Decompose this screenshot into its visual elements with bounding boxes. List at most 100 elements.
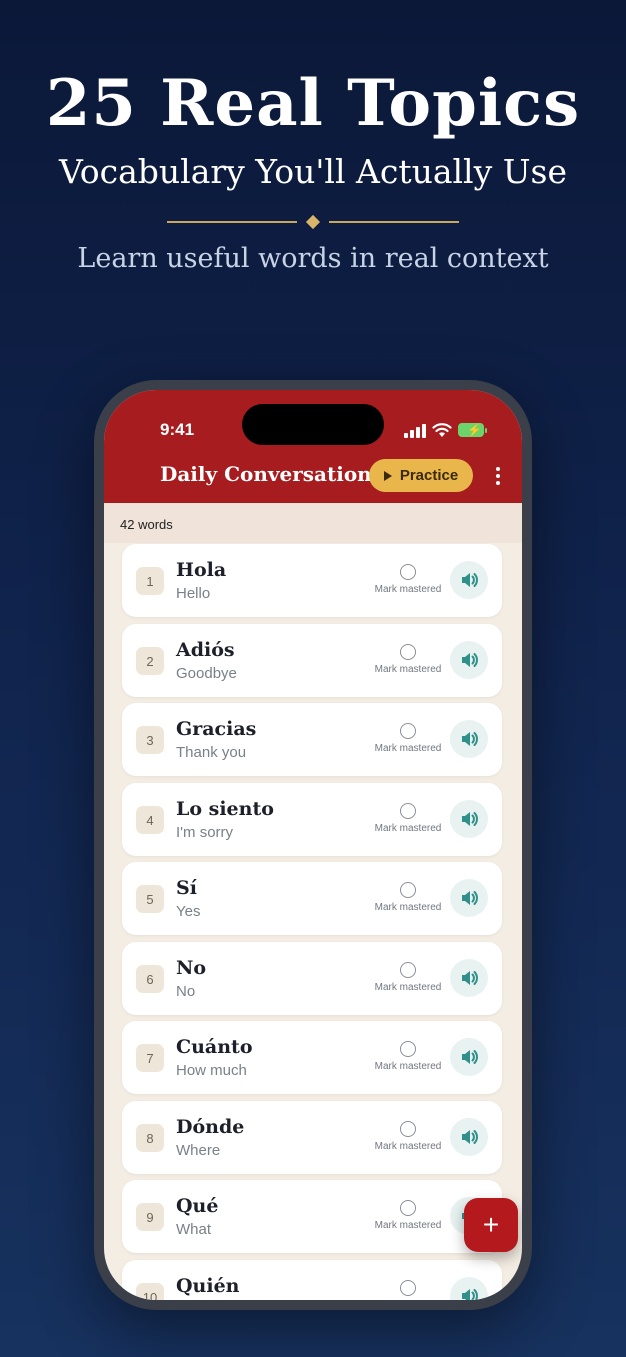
mark-mastered-toggle[interactable]: Mark mastered [368, 1041, 448, 1072]
dynamic-island [242, 404, 384, 445]
item-number: 8 [136, 1124, 164, 1152]
list-item[interactable]: 1 Hola Hello Mark mastered [122, 544, 502, 617]
radio-icon[interactable] [400, 882, 416, 898]
item-word: Hola [176, 559, 227, 581]
mark-mastered-toggle[interactable]: Mark mastered [368, 962, 448, 993]
mark-mastered-toggle[interactable]: Mark mastered [368, 803, 448, 834]
list-item[interactable]: 9 Qué What Mark mastered [122, 1180, 502, 1253]
item-translation: Yes [176, 903, 201, 920]
mark-mastered-label: Mark mastered [374, 664, 442, 675]
radio-icon[interactable] [400, 803, 416, 819]
speaker-icon [462, 891, 478, 905]
mark-mastered-label: Mark mastered [374, 584, 442, 595]
radio-icon[interactable] [400, 723, 416, 739]
phone-screen: 9:41 ⚡ Daily Conversation Practice 42 wo… [104, 390, 522, 1300]
item-word: Sí [176, 877, 197, 899]
speaker-icon [462, 732, 478, 746]
more-menu-icon[interactable] [492, 467, 504, 485]
item-word: Cuánto [176, 1036, 253, 1058]
mark-mastered-toggle[interactable]: Mark mastered [368, 1121, 448, 1152]
mark-mastered-label: Mark mastered [374, 1141, 442, 1152]
promo-title: 25 Real Topics [45, 66, 581, 141]
mark-mastered-toggle[interactable]: Mark mastered [368, 723, 448, 754]
list-item[interactable]: 5 Sí Yes Mark mastered [122, 862, 502, 935]
mark-mastered-label: Mark mastered [374, 1061, 442, 1072]
item-number: 10 [136, 1283, 164, 1300]
mark-mastered-label: Mark mastered [374, 1220, 442, 1231]
radio-icon[interactable] [400, 564, 416, 580]
mark-mastered-label: Mark mastered [374, 823, 442, 834]
speaker-button[interactable] [450, 561, 488, 599]
item-word: Gracias [176, 718, 257, 740]
radio-icon[interactable] [400, 644, 416, 660]
item-number: 7 [136, 1044, 164, 1072]
page-title: Daily Conversation [160, 462, 372, 486]
item-number: 2 [136, 647, 164, 675]
item-translation: Where [176, 1142, 221, 1159]
radio-icon[interactable] [400, 1121, 416, 1137]
speaker-icon [462, 653, 478, 667]
add-word-button[interactable]: + [464, 1198, 518, 1252]
mark-mastered-toggle[interactable]: Mark mastered [368, 644, 448, 675]
practice-label: Practice [399, 467, 459, 484]
mark-mastered-label: Mark mastered [374, 902, 442, 913]
mark-mastered-toggle[interactable]: Mark mastered [368, 1200, 448, 1231]
speaker-button[interactable] [450, 1118, 488, 1156]
radio-icon[interactable] [400, 1280, 416, 1296]
speaker-button[interactable] [450, 641, 488, 679]
speaker-button[interactable] [450, 1277, 488, 1300]
list-item[interactable]: 3 Gracias Thank you Mark mastered [122, 703, 502, 776]
item-number: 6 [136, 965, 164, 993]
promo-subtitle: Vocabulary You'll Actually Use [58, 152, 568, 191]
item-word: Lo siento [176, 798, 274, 820]
speaker-icon [462, 1050, 478, 1064]
battery-icon: ⚡ [458, 423, 487, 437]
item-word: No [176, 957, 207, 979]
speaker-button[interactable] [450, 720, 488, 758]
item-translation: Hello [176, 585, 211, 602]
speaker-icon [462, 1130, 478, 1144]
item-word: Adiós [176, 639, 235, 661]
radio-icon[interactable] [400, 1200, 416, 1216]
speaker-icon [462, 971, 478, 985]
play-icon [383, 470, 392, 481]
word-count: 42 words [104, 503, 522, 543]
speaker-button[interactable] [450, 959, 488, 997]
mark-mastered-toggle[interactable]: Mark mastered [368, 564, 448, 595]
item-number: 9 [136, 1203, 164, 1231]
speaker-icon [462, 812, 478, 826]
wifi-icon [432, 423, 452, 437]
list-item[interactable]: 7 Cuánto How much Mark mastered [122, 1021, 502, 1094]
list-item[interactable]: 4 Lo siento I'm sorry Mark mastered [122, 783, 502, 856]
speaker-button[interactable] [450, 800, 488, 838]
speaker-button[interactable] [450, 1038, 488, 1076]
mark-mastered-label: Mark mastered [374, 982, 442, 993]
mark-mastered-toggle[interactable]: Mark mastered [368, 882, 448, 913]
radio-icon[interactable] [400, 1041, 416, 1057]
item-translation: I'm sorry [176, 824, 234, 841]
list-item[interactable]: 2 Adiós Goodbye Mark mastered [122, 624, 502, 697]
mark-mastered-toggle[interactable]: Mark mastered [368, 1280, 448, 1300]
item-number: 3 [136, 726, 164, 754]
list-item[interactable]: 8 Dónde Where Mark mastered [122, 1101, 502, 1174]
radio-icon[interactable] [400, 962, 416, 978]
status-icons: ⚡ [404, 422, 487, 440]
speaker-icon [462, 573, 478, 587]
app-header: 9:41 ⚡ Daily Conversation Practice [104, 390, 522, 503]
list-item[interactable]: 10 Quién Mark mastered [122, 1260, 502, 1300]
ornament-divider [167, 214, 459, 230]
practice-button[interactable]: Practice [369, 459, 473, 492]
speaker-button[interactable] [450, 879, 488, 917]
item-number: 1 [136, 567, 164, 595]
speaker-icon [462, 1289, 478, 1300]
mark-mastered-label: Mark mastered [374, 743, 442, 754]
item-translation: Thank you [176, 744, 247, 761]
item-translation: How much [176, 1062, 247, 1079]
item-word: Qué [176, 1195, 219, 1217]
promo-tagline: Learn useful words in real context [77, 243, 549, 274]
status-time: 9:41 [160, 420, 195, 439]
item-word: Quién [176, 1275, 240, 1297]
phone-frame: 9:41 ⚡ Daily Conversation Practice 42 wo… [94, 380, 532, 1310]
item-translation: What [176, 1221, 212, 1238]
list-item[interactable]: 6 No No Mark mastered [122, 942, 502, 1015]
